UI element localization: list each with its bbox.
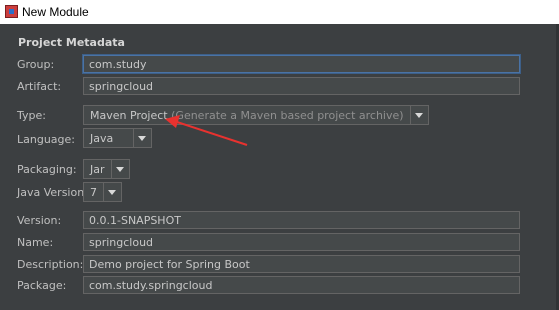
chevron-down-icon[interactable]: [103, 183, 121, 201]
name-field[interactable]: springcloud: [83, 233, 520, 251]
packaging-dropdown[interactable]: Jar: [83, 159, 130, 179]
artifact-field[interactable]: springcloud: [83, 77, 520, 95]
chevron-down-icon[interactable]: [409, 106, 428, 124]
section-title: Project Metadata: [18, 36, 125, 49]
intellij-app-icon: [5, 5, 18, 18]
packaging-label: Packaging:: [17, 163, 77, 176]
type-hint: (Generate a Maven based project archive): [171, 109, 404, 122]
chevron-down-icon[interactable]: [110, 160, 129, 178]
java-version-label: Java Version:: [17, 186, 88, 199]
type-value: Maven Project: [90, 109, 168, 122]
description-label: Description:: [17, 258, 84, 271]
version-field[interactable]: 0.0.1-SNAPSHOT: [83, 211, 520, 229]
packaging-value: Jar: [90, 163, 105, 176]
group-label: Group:: [17, 58, 55, 71]
java-version-dropdown[interactable]: 7: [83, 182, 122, 202]
window-titlebar: New Module: [0, 0, 559, 24]
artifact-label: Artifact:: [17, 80, 62, 93]
language-label: Language:: [17, 133, 75, 146]
version-label: Version:: [17, 214, 62, 227]
description-field[interactable]: Demo project for Spring Boot: [83, 255, 520, 273]
language-dropdown[interactable]: Java: [83, 128, 153, 148]
name-label: Name:: [17, 236, 54, 249]
type-dropdown[interactable]: Maven Project (Generate a Maven based pr…: [83, 105, 429, 125]
group-field[interactable]: com.study: [83, 55, 520, 73]
chevron-down-icon[interactable]: [133, 129, 151, 147]
java-version-value: 7: [90, 186, 97, 199]
type-dropdown-text: Maven Project (Generate a Maven based pr…: [84, 106, 410, 124]
type-label: Type:: [17, 109, 46, 122]
window-title: New Module: [22, 5, 89, 19]
language-value: Java: [90, 132, 114, 145]
package-field[interactable]: com.study.springcloud: [83, 276, 520, 294]
package-label: Package:: [17, 279, 67, 292]
